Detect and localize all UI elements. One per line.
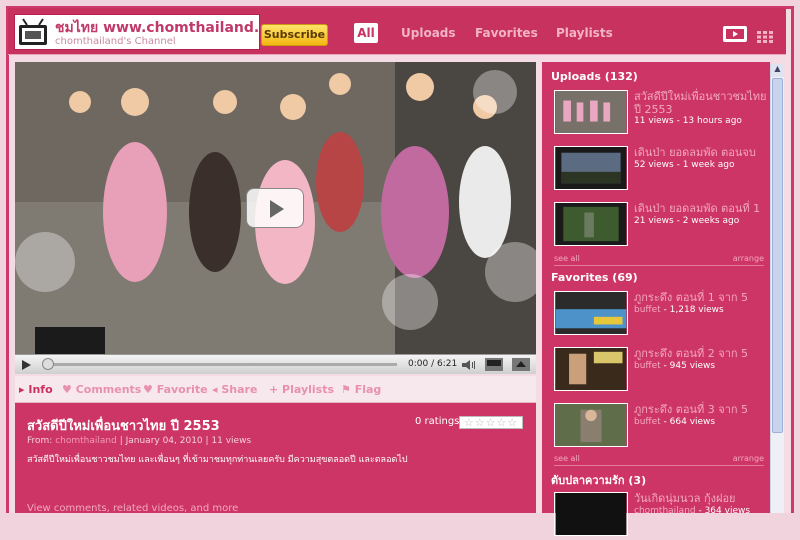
upload-item[interactable]: เดินป่า ยอดลมพัด ตอนจบ 52 views - 1 week… bbox=[554, 146, 769, 194]
ratings-count: 0 ratings bbox=[415, 416, 460, 427]
video-description: สวัสดีปีใหม่เพื่อนชาวชมไทย และเพื่อนๆ ที… bbox=[27, 455, 408, 465]
uploads-footer: see all arrange bbox=[554, 254, 764, 266]
video-thumbnail[interactable] bbox=[554, 347, 628, 391]
video-actions-bar: ▸ Info ♥ Comments ♥ Favorite ◂ Share + P… bbox=[15, 376, 536, 403]
action-info[interactable]: ▸ Info bbox=[19, 383, 53, 396]
item-author[interactable]: buffet bbox=[634, 305, 661, 315]
item-title[interactable]: เดินป่า ยอดลมพัด ตอนที่ 1 bbox=[634, 202, 769, 215]
item-title[interactable]: วันเกิดนุ่มนวล กุ้งฝอย bbox=[634, 492, 769, 505]
play-overlay-button[interactable] bbox=[246, 188, 304, 228]
item-title[interactable]: ภูกระดึง ตอนที่ 3 จาก 5 bbox=[634, 403, 769, 416]
video-byline: From: chomthailand | January 04, 2010 | … bbox=[27, 436, 251, 446]
scroll-thumb[interactable] bbox=[772, 78, 783, 433]
tab-uploads[interactable]: Uploads bbox=[401, 26, 456, 40]
item-meta: 11 views - 13 hours ago bbox=[634, 116, 742, 126]
item-views: - 945 views bbox=[660, 361, 716, 371]
item-views: - 1,218 views bbox=[660, 305, 724, 315]
scroll-up-icon[interactable]: ▲ bbox=[771, 64, 784, 77]
playlist-item[interactable]: วันเกิดนุ่มนวล กุ้งฝอย chomthailand - 36… bbox=[554, 492, 769, 540]
action-info-label: Info bbox=[28, 383, 53, 396]
item-author[interactable]: buffet bbox=[634, 361, 661, 371]
video-thumbnail[interactable] bbox=[554, 291, 628, 335]
item-meta: buffet - 945 views bbox=[634, 361, 715, 371]
player-controls: 0:00 / 6:21 bbox=[15, 354, 536, 374]
video-title: สวัสดีปีใหม่เพื่อนชาวไทย ปี 2553 bbox=[27, 419, 220, 434]
play-icon[interactable] bbox=[20, 359, 32, 371]
favorite-item[interactable]: ภูกระดึง ตอนที่ 3 จาก 5 buffet - 664 vie… bbox=[554, 403, 769, 451]
channel-logo-box[interactable]: ชมไทย www.chomthailand.com chomthailand'… bbox=[14, 14, 292, 50]
from-label: From: bbox=[27, 436, 53, 446]
action-favorite-label: Favorite bbox=[156, 383, 208, 396]
volume-icon[interactable] bbox=[461, 359, 477, 371]
item-views: - 664 views bbox=[660, 417, 716, 427]
favorites-footer: see all arrange bbox=[554, 454, 764, 466]
video-thumbnail[interactable] bbox=[554, 146, 628, 190]
see-all-link[interactable]: see all bbox=[554, 454, 580, 463]
view-more-link[interactable]: View comments, related videos, and more bbox=[27, 503, 238, 514]
item-meta: buffet - 664 views bbox=[634, 417, 715, 427]
action-flag-label: Flag bbox=[354, 383, 382, 396]
item-title[interactable]: ภูกระดึง ตอนที่ 2 จาก 5 bbox=[634, 347, 769, 360]
video-info-panel: สวัสดีปีใหม่เพื่อนชาวไทย ปี 2553 0 ratin… bbox=[15, 403, 536, 514]
item-author[interactable]: buffet bbox=[634, 417, 661, 427]
item-meta: 52 views - 1 week ago bbox=[634, 160, 735, 170]
action-flag[interactable]: ⚑ Flag bbox=[341, 383, 381, 396]
video-meta: | January 04, 2010 | 11 views bbox=[119, 436, 252, 446]
subscribe-button[interactable]: Subscribe bbox=[261, 24, 328, 46]
grid-view-icon[interactable] bbox=[757, 28, 773, 43]
tab-all[interactable]: All bbox=[354, 23, 378, 43]
item-author[interactable]: chomthailand bbox=[634, 506, 696, 516]
action-favorite[interactable]: ♥ Favorite bbox=[143, 383, 208, 396]
channel-header: ชมไทย www.chomthailand.com chomthailand'… bbox=[8, 8, 786, 55]
playlist-heading: ตับปลาความรัก (3) bbox=[551, 474, 647, 487]
action-playlists-label: Playlists bbox=[282, 383, 335, 396]
video-thumbnail[interactable] bbox=[554, 403, 628, 447]
item-title[interactable]: ภูกระดึง ตอนที่ 1 จาก 5 bbox=[634, 291, 769, 304]
video-thumbnail[interactable] bbox=[554, 202, 628, 246]
author-link[interactable]: chomthailand bbox=[55, 436, 117, 446]
action-comments-label: Comments bbox=[75, 383, 142, 396]
tab-playlists[interactable]: Playlists bbox=[556, 26, 613, 40]
arrange-link[interactable]: arrange bbox=[733, 254, 764, 263]
tab-favorites[interactable]: Favorites bbox=[475, 26, 538, 40]
item-title[interactable]: สวัสดีปีใหม่เพื่อนชาวชมไทย ปี 2553 bbox=[634, 90, 769, 116]
item-meta: buffet - 1,218 views bbox=[634, 305, 724, 315]
uploads-heading: Uploads (132) bbox=[551, 70, 638, 83]
item-title[interactable]: เดินป่า ยอดลมพัด ตอนจบ bbox=[634, 146, 769, 159]
favorites-heading: Favorites (69) bbox=[551, 271, 638, 284]
action-comments[interactable]: ♥ Comments bbox=[62, 383, 141, 396]
channel-subtitle: chomthailand's Channel bbox=[55, 36, 176, 47]
time-display: 0:00 / 6:21 bbox=[408, 359, 458, 369]
item-meta: 21 views - 2 weeks ago bbox=[634, 216, 740, 226]
see-all-link[interactable]: see all bbox=[554, 254, 580, 263]
rating-stars[interactable]: ☆☆☆☆☆ bbox=[459, 416, 523, 429]
upload-item[interactable]: เดินป่า ยอดลมพัด ตอนที่ 1 21 views - 2 w… bbox=[554, 202, 769, 250]
player-view-icon[interactable] bbox=[723, 26, 747, 42]
video-thumbnail[interactable] bbox=[554, 492, 628, 536]
arrange-link[interactable]: arrange bbox=[733, 454, 764, 463]
video-player[interactable]: 0:00 / 6:21 bbox=[15, 62, 536, 374]
widescreen-icon[interactable] bbox=[485, 358, 503, 371]
action-share-label: Share bbox=[221, 383, 258, 396]
upload-item[interactable]: สวัสดีปีใหม่เพื่อนชาวชมไทย ปี 2553 11 vi… bbox=[554, 90, 769, 138]
popout-icon[interactable] bbox=[512, 358, 530, 371]
video-thumbnail[interactable] bbox=[554, 90, 628, 134]
tv-logo-icon bbox=[19, 18, 47, 45]
progress-handle[interactable] bbox=[42, 358, 54, 370]
favorite-item[interactable]: ภูกระดึง ตอนที่ 2 จาก 5 buffet - 945 vie… bbox=[554, 347, 769, 395]
sidebar: Uploads (132) สวัสดีปีใหม่เพื่อนชาวชมไทย… bbox=[542, 62, 770, 536]
item-views: - 364 views bbox=[695, 506, 751, 516]
action-playlists[interactable]: + Playlists bbox=[269, 383, 334, 396]
action-share[interactable]: ◂ Share bbox=[212, 383, 257, 396]
favorite-item[interactable]: ภูกระดึง ตอนที่ 1 จาก 5 buffet - 1,218 v… bbox=[554, 291, 769, 339]
item-meta: chomthailand - 364 views bbox=[634, 506, 750, 516]
progress-bar[interactable] bbox=[45, 363, 397, 366]
sidebar-scrollbar[interactable]: ▲ bbox=[770, 64, 784, 513]
